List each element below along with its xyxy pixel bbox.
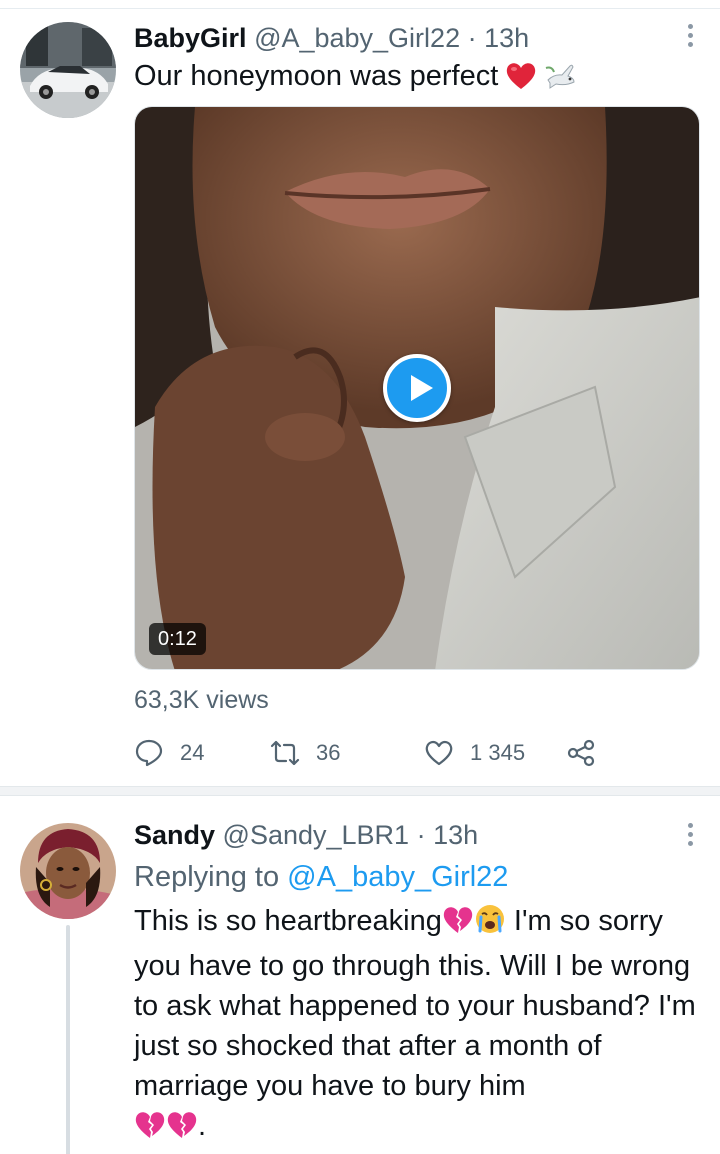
reply-tweet-sandy[interactable]: Sandy @Sandy_LBR1 · 13h Replying to @A_b… <box>0 797 720 1154</box>
heart-icon <box>425 740 453 766</box>
separator-dot: · <box>467 23 477 53</box>
replying-to-mention[interactable]: @A_baby_Girl22 <box>287 861 508 893</box>
separator-dot: · <box>416 820 426 850</box>
video-player[interactable]: 0:12 <box>134 106 700 670</box>
avatar-babygirl[interactable] <box>20 22 116 118</box>
tweet-babygirl[interactable]: BabyGirl @A_baby_Girl22 · 13h Our honeym… <box>0 10 720 786</box>
reply-text: This is so heartbreaking I'm so sorry yo… <box>134 901 702 1151</box>
like-button[interactable]: 1 345 <box>424 738 525 768</box>
share-icon <box>567 739 595 767</box>
top-divider <box>0 8 720 9</box>
reply-count: 24 <box>180 740 205 765</box>
retweet-count: 36 <box>316 740 341 765</box>
avatar-sandy[interactable] <box>20 823 116 919</box>
retweet-button[interactable]: 36 <box>270 738 340 768</box>
play-icon[interactable] <box>383 354 451 422</box>
replying-to-label: Replying to <box>134 861 280 893</box>
display-name[interactable]: BabyGirl <box>134 23 247 53</box>
more-options-icon[interactable] <box>686 24 694 50</box>
broken-heart-icon <box>166 1110 198 1151</box>
timestamp[interactable]: 13h <box>433 820 478 850</box>
video-duration: 0:12 <box>149 623 206 655</box>
reply-header: Sandy @Sandy_LBR1 · 13h <box>134 819 660 851</box>
reply-text-part1: This is so heartbreaking <box>134 905 442 937</box>
red-heart-icon <box>506 61 536 101</box>
crying-face-icon <box>474 903 506 946</box>
action-bar: 24 36 1 345 <box>134 738 614 768</box>
display-name[interactable]: Sandy <box>134 820 215 850</box>
view-count[interactable]: 63,3K views <box>134 686 269 715</box>
reply-text-end: . <box>198 1110 207 1142</box>
user-handle[interactable]: @A_baby_Girl22 <box>254 23 460 53</box>
tweet-header: BabyGirl @A_baby_Girl22 · 13h <box>134 22 660 54</box>
timestamp[interactable]: 13h <box>484 23 529 53</box>
broken-heart-icon <box>134 1110 166 1151</box>
share-button[interactable] <box>566 738 612 768</box>
dove-icon <box>544 60 576 101</box>
retweet-icon <box>270 740 300 766</box>
reply-button[interactable]: 24 <box>134 738 204 768</box>
more-options-icon[interactable] <box>686 823 694 849</box>
avatar-portrait-image <box>20 823 116 919</box>
section-divider <box>0 786 720 796</box>
tweet-text-body: Our honeymoon was perfect <box>134 60 499 92</box>
like-count: 1 345 <box>470 740 526 765</box>
tweet-text: Our honeymoon was perfect <box>134 56 702 101</box>
broken-heart-icon <box>442 905 474 946</box>
thread-line <box>66 925 70 1154</box>
user-handle[interactable]: @Sandy_LBR1 <box>223 820 410 850</box>
avatar-car-image <box>20 22 116 118</box>
reply-icon <box>135 739 163 767</box>
replying-to-line: Replying to @A_baby_Girl22 <box>134 857 508 897</box>
